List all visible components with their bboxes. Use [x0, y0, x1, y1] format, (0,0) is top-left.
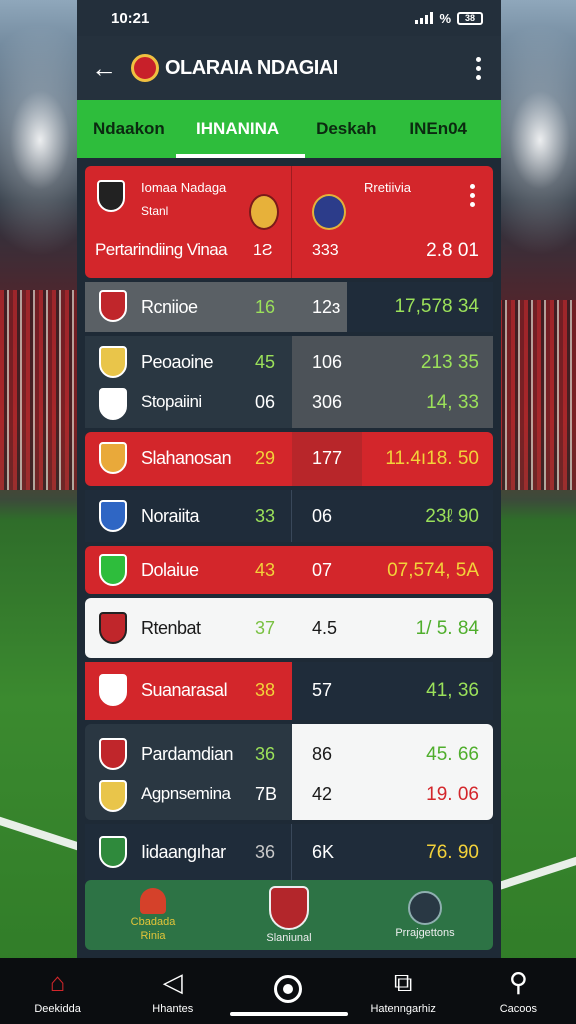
match-header-card[interactable]: Iomaa Nadaga Stanl Pertarindiing Vinaa 1… — [85, 166, 493, 278]
team-crest-icon — [99, 612, 127, 644]
nav-center[interactable] — [238, 974, 338, 1009]
nav-home[interactable]: ⌂ Deekidda — [8, 967, 108, 1015]
arrow-left-icon[interactable]: ← — [91, 53, 131, 84]
team-crest-icon — [99, 442, 127, 474]
crowd-left — [0, 290, 78, 490]
team-crest-icon — [99, 780, 127, 812]
shortcut-panel: Cbadada Rinia Slaniunal Prrajgettons — [85, 880, 493, 950]
header-col2: 333 — [312, 242, 339, 259]
opponent-crest-icon — [312, 194, 346, 230]
home-icon: ⌂ — [49, 967, 66, 997]
standings-list: Iomaa Nadaga Stanl Pertarindiing Vinaa 1… — [85, 166, 493, 886]
app-screen: 10:21 % 38 ← OLARAIA NDAGIAI Ndaakon IHN… — [77, 0, 501, 958]
team-crest-icon — [99, 388, 127, 420]
team-crest-icon — [99, 738, 127, 770]
table-row[interactable]: Peoaoine 45 Stopaiini 06 106 213 35 306 … — [85, 336, 493, 428]
header-opponent: Rretiivia — [364, 180, 411, 195]
nav-recents[interactable]: ⧉ Hatenngarhiz — [353, 966, 453, 1015]
kebab-icon[interactable] — [470, 56, 487, 80]
club-logo-icon — [131, 54, 159, 82]
app-bar: ← OLARAIA NDAGIAI — [77, 36, 501, 100]
status-bar: 10:21 % 38 — [77, 0, 501, 36]
shortcut-item[interactable]: Slaniunal — [221, 880, 357, 950]
circle-home-icon — [273, 974, 302, 1004]
nav-search[interactable]: ⚲ Cacoos — [468, 967, 568, 1015]
tab-deskah[interactable]: Deskah — [305, 100, 405, 158]
status-extra: % — [439, 10, 451, 26]
header-col1: 1Ƨ — [253, 242, 273, 259]
header-team-sub: Stanl — [141, 204, 169, 218]
table-row[interactable]: Rtenbat 37 4.5 1/ 5. 84 — [85, 598, 493, 658]
header-row-label: Pertarindiing Vinaa — [95, 240, 228, 259]
tab-inen04[interactable]: INEn04 — [405, 100, 485, 158]
battery-icon: 38 — [457, 11, 483, 25]
card-menu-icon[interactable] — [464, 184, 481, 207]
emblem-icon — [249, 194, 279, 230]
back-triangle-icon: ◁ — [162, 967, 183, 997]
team-crest-icon — [97, 180, 125, 212]
app-title: OLARAIA NDAGIAI — [165, 56, 338, 79]
badge-icon — [140, 888, 166, 914]
status-time: 10:21 — [111, 9, 150, 27]
shortcut-item[interactable]: Prrajgettons — [357, 880, 493, 950]
tab-ihnanina[interactable]: IHNANINA — [175, 100, 306, 158]
crowd-right — [498, 300, 576, 490]
search-icon: ⚲ — [508, 967, 528, 997]
team-crest-icon — [99, 674, 127, 706]
table-row[interactable]: Dolaiue 43 07 07,574, 5A — [85, 546, 493, 594]
home-indicator — [230, 1012, 348, 1016]
team-crest-icon — [99, 836, 127, 868]
status-icons: % 38 — [415, 11, 483, 26]
shield-icon — [269, 886, 309, 930]
tab-ndaakon[interactable]: Ndaakon — [93, 100, 188, 158]
table-row[interactable]: Suanarasal 38 57 41, 36 — [85, 662, 493, 720]
shortcut-item[interactable]: Cbadada Rinia — [85, 880, 221, 950]
signal-icon — [415, 12, 434, 24]
team-crest-icon — [99, 554, 127, 586]
team-crest-icon — [99, 290, 127, 322]
globe-icon — [408, 891, 442, 925]
header-team-name: Iomaa Nadaga — [141, 180, 227, 195]
table-row[interactable]: Noraiita 33 06 23ℓ 90 — [85, 490, 493, 542]
recents-icon: ⧉ — [393, 966, 413, 997]
team-crest-icon — [99, 500, 127, 532]
table-row[interactable]: Rcniioe 16 12ɜ 17,578 34 — [85, 282, 493, 332]
table-row[interactable]: Slahanosan 29 177 11.4ı18. 50 — [85, 432, 493, 486]
table-row[interactable]: Iidaangıhar 36 6K 76. 90 — [85, 824, 493, 882]
tab-bar: Ndaakon IHNANINA Deskah INEn04 — [77, 100, 501, 158]
header-col3: 2.8 01 — [426, 240, 479, 261]
nav-back[interactable]: ◁ Hhantes — [123, 967, 223, 1015]
team-crest-icon — [99, 346, 127, 378]
table-row[interactable]: Pardamdian 36 Agpnsemina 7B 86 45. 66 42… — [85, 724, 493, 820]
